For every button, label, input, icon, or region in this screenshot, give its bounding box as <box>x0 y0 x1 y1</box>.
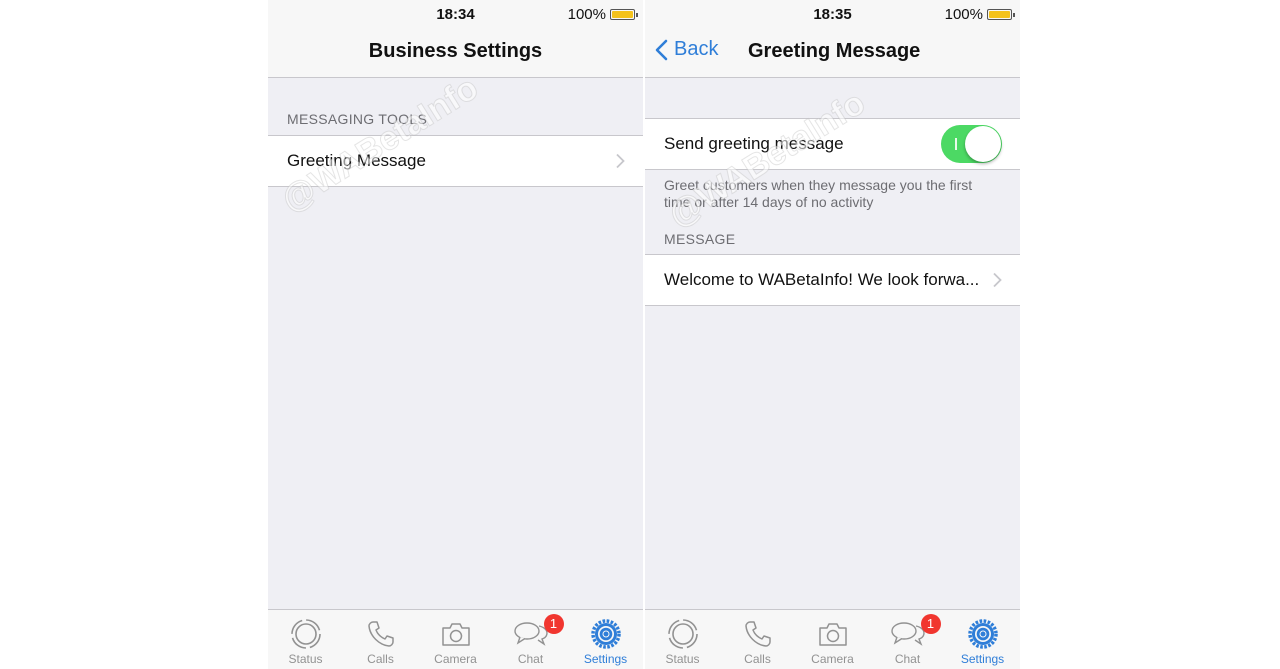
status-battery: 100% <box>944 6 1015 23</box>
tab-label: Camera <box>434 652 477 666</box>
back-label: Back <box>674 38 719 60</box>
phone-icon <box>743 616 773 652</box>
chevron-left-icon <box>655 39 668 60</box>
send-greeting-label: Send greeting message <box>664 134 844 153</box>
tab-status[interactable]: Status <box>645 610 720 669</box>
battery-icon <box>987 9 1015 20</box>
tab-label: Chat <box>517 652 544 666</box>
toggle-description: Greet customers when they message you th… <box>664 177 973 210</box>
chevron-right-icon <box>993 272 1002 288</box>
tab-chat[interactable]: 1 Chat <box>870 610 945 669</box>
greeting-message-label: Greeting Message <box>287 151 426 170</box>
camera-icon <box>440 616 472 652</box>
battery-percent: 100% <box>944 6 983 23</box>
tab-status[interactable]: Status <box>268 610 343 669</box>
send-greeting-toggle[interactable] <box>941 125 1002 163</box>
tab-settings[interactable]: Settings <box>568 610 643 669</box>
toggle-knob <box>965 126 1001 162</box>
tab-label: Status <box>288 652 323 666</box>
tab-label: Camera <box>811 652 854 666</box>
page-title: Greeting Message <box>748 40 921 62</box>
page-title: Business Settings <box>368 40 543 62</box>
tab-label: Settings <box>583 652 628 666</box>
phone-icon <box>366 616 396 652</box>
chat-bubbles-icon <box>513 616 549 652</box>
unread-badge: 1 <box>920 614 941 634</box>
back-button[interactable]: Back <box>655 38 718 61</box>
section-header-messaging-tools: MESSAGING TOOLS <box>287 111 428 127</box>
navigation-bar: 18:35 100% Back Greeting Message <box>645 0 1020 78</box>
unread-badge: 1 <box>543 614 564 634</box>
message-preview-row[interactable]: Welcome to WABetaInfo! We look forwa... <box>645 254 1020 306</box>
message-preview-text: Welcome to WABetaInfo! We look forwa... <box>664 270 980 289</box>
tab-camera[interactable]: Camera <box>795 610 870 669</box>
send-greeting-row: Send greeting message <box>645 118 1020 170</box>
status-battery: 100% <box>567 6 638 23</box>
tab-chat[interactable]: 1 Chat <box>493 610 568 669</box>
tab-camera[interactable]: Camera <box>418 610 493 669</box>
business-settings-screen: 18:34 100% Business Settings MESSAGING T… <box>268 0 643 669</box>
battery-icon <box>610 9 638 20</box>
tab-bar: Status Calls Camera 1 Chat Settings <box>268 609 643 669</box>
status-icon <box>290 616 322 652</box>
greeting-message-screen: 18:35 100% Back Greeting Message Send gr… <box>645 0 1020 669</box>
tab-label: Chat <box>894 652 921 666</box>
tab-label: Calls <box>367 652 394 666</box>
tab-label: Status <box>665 652 700 666</box>
status-icon <box>667 616 699 652</box>
tab-bar: Status Calls Camera 1 Chat Settings <box>645 609 1020 669</box>
chat-bubbles-icon <box>890 616 926 652</box>
greeting-message-row[interactable]: Greeting Message <box>268 135 643 187</box>
tab-label: Calls <box>744 652 771 666</box>
camera-icon <box>817 616 849 652</box>
tab-settings[interactable]: Settings <box>945 610 1020 669</box>
battery-percent: 100% <box>567 6 606 23</box>
tab-calls[interactable]: Calls <box>343 610 418 669</box>
section-header-message: MESSAGE <box>664 231 736 247</box>
navigation-bar: 18:34 100% Business Settings <box>268 0 643 78</box>
tab-label: Settings <box>960 652 1005 666</box>
gear-icon <box>590 616 622 652</box>
tab-calls[interactable]: Calls <box>720 610 795 669</box>
chevron-right-icon <box>616 153 625 169</box>
gear-icon <box>967 616 999 652</box>
